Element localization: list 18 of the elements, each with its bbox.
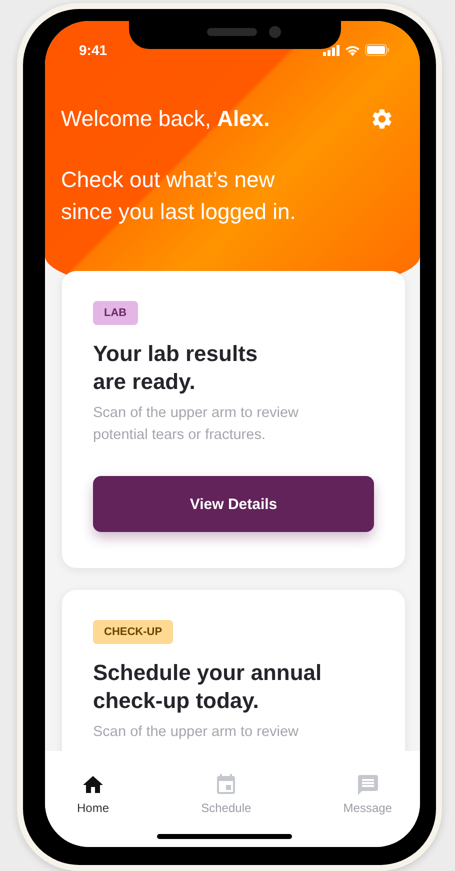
card-title: Your lab results are ready. xyxy=(93,340,259,396)
speaker-slot xyxy=(207,28,257,36)
battery-icon xyxy=(365,44,390,56)
welcome-text: Welcome back, Alex. xyxy=(61,106,270,132)
camera-dot xyxy=(269,26,281,38)
wifi-icon xyxy=(345,44,360,56)
card-description: Scan of the upper arm to review xyxy=(93,723,300,742)
chat-bubble-icon xyxy=(356,773,380,797)
card-title: Schedule your annual check-up today. xyxy=(93,659,323,715)
signal-icon xyxy=(323,44,340,56)
settings-icon[interactable] xyxy=(370,107,394,131)
card-description: Scan of the upper arm to review potential tears or fractures. xyxy=(93,404,300,445)
welcome-subtitle: Check out what’s new since you last logged in. xyxy=(61,166,297,226)
status-time: 9:41 xyxy=(79,42,108,58)
category-tag: CHECK-UP xyxy=(93,620,174,644)
category-tag: LAB xyxy=(93,301,138,325)
view-details-button[interactable]: View Details xyxy=(93,476,374,532)
tab-bar-item[interactable]: Home xyxy=(69,751,118,815)
